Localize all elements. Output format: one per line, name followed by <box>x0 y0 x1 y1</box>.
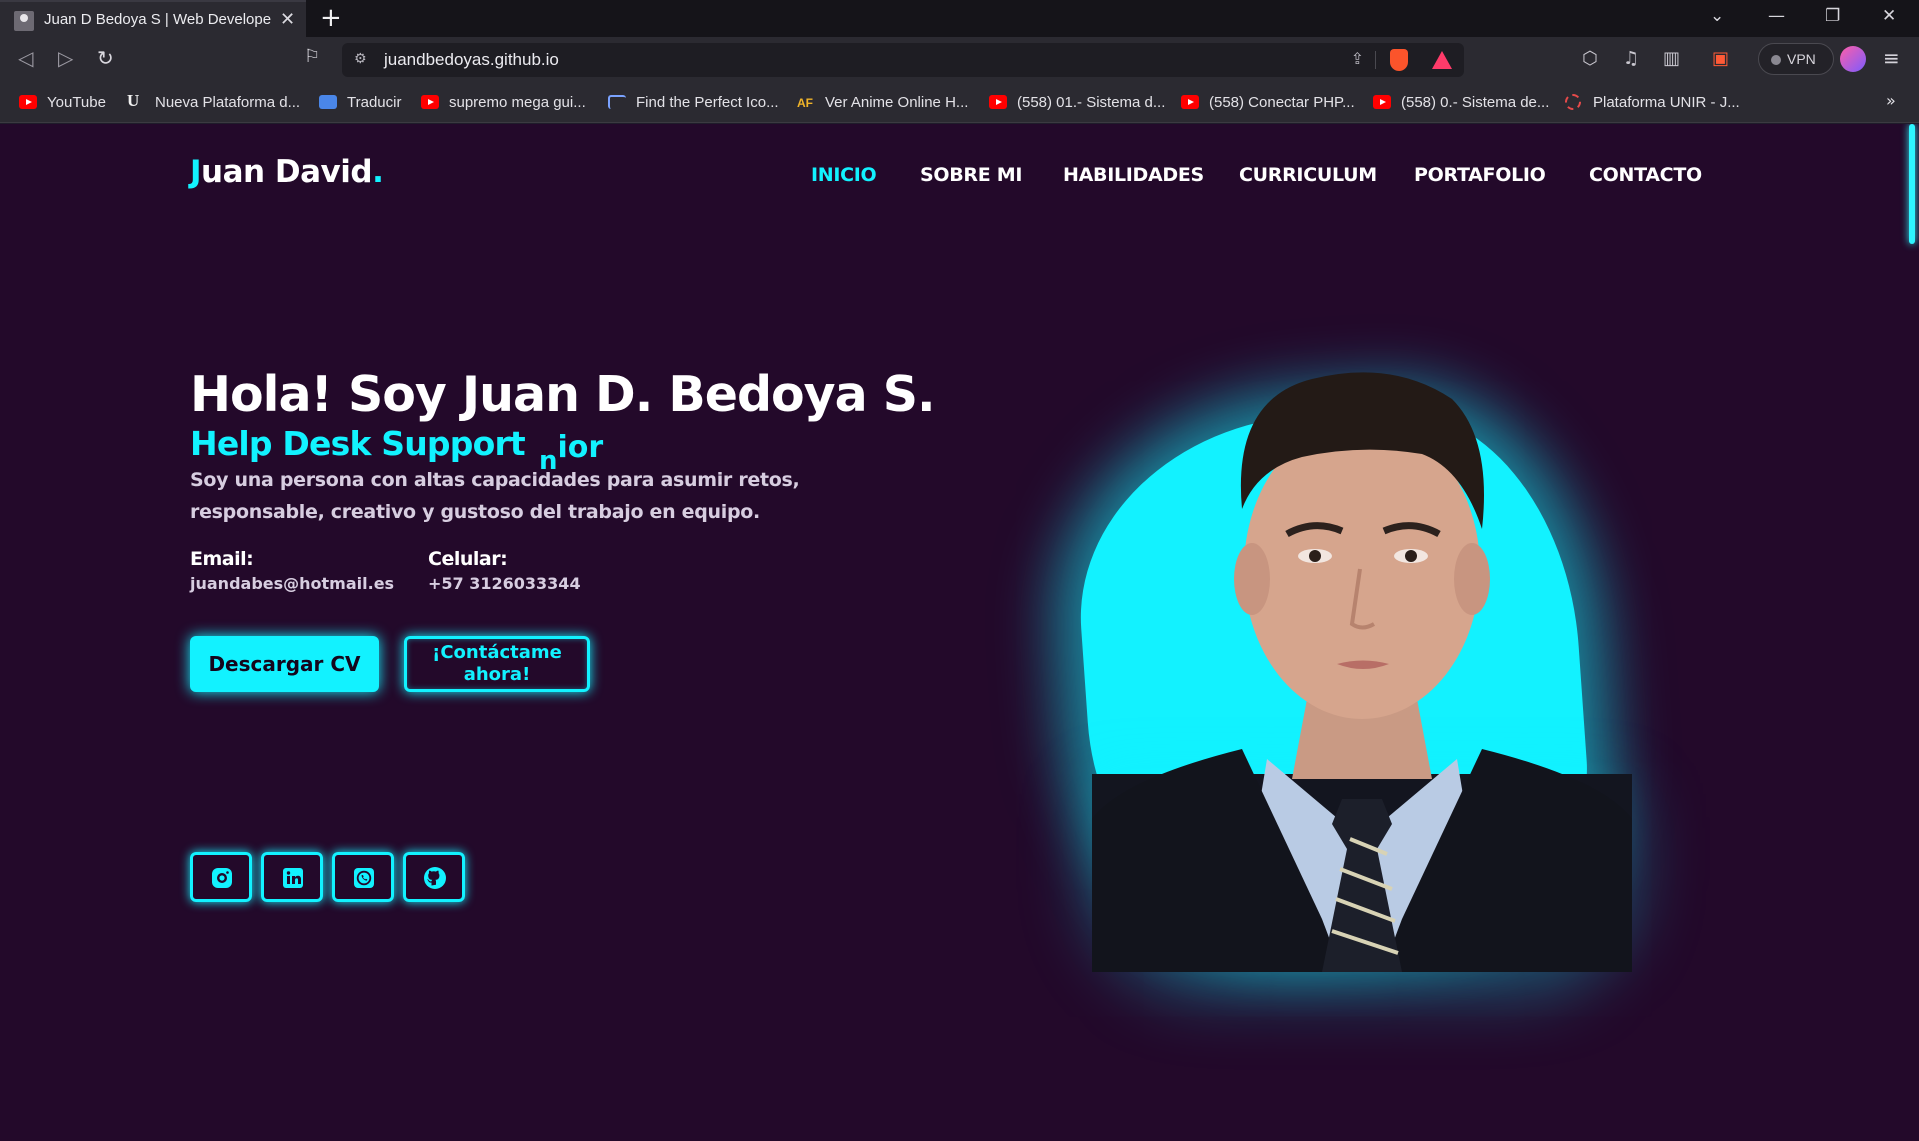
u-logo-icon: U <box>127 91 140 110</box>
close-window-icon[interactable]: ✕ <box>1882 6 1896 26</box>
restore-icon[interactable]: ❐ <box>1825 6 1840 26</box>
email-value: juandabes@hotmail.es <box>190 574 395 593</box>
media-icon[interactable]: ♫ <box>1623 48 1639 69</box>
share-icon[interactable]: ⇪ <box>1351 49 1364 68</box>
youtube-icon <box>421 95 439 109</box>
minimize-icon[interactable]: — <box>1768 6 1785 26</box>
scrollbar-thumb[interactable] <box>1909 124 1915 244</box>
nav-curriculum[interactable]: CURRICULUM <box>1239 164 1377 186</box>
browser-toolbar: ◁ ▷ ↻ ⚐ ⚙ juandbedoyas.github.io ⇪ ⬡ ♫ ▥… <box>0 37 1919 83</box>
whatsapp-button[interactable] <box>332 852 394 902</box>
google-translate-icon <box>319 95 337 109</box>
youtube-icon <box>1373 95 1391 109</box>
flag-icon <box>608 95 626 109</box>
linkedin-icon <box>283 868 303 888</box>
github-button[interactable] <box>403 852 465 902</box>
divider <box>1375 51 1376 69</box>
hero-title: Hola! Soy Juan D. Bedoya S. <box>190 366 936 423</box>
site-info-icon[interactable]: ⚙ <box>354 51 367 67</box>
vpn-button[interactable]: VPN <box>1758 43 1834 75</box>
nav-contacto[interactable]: CONTACTO <box>1589 164 1702 186</box>
nav-sobre-mi[interactable]: SOBRE MI <box>920 164 1022 186</box>
logo-initial: J <box>190 154 202 190</box>
address-bar[interactable]: ⚙ juandbedoyas.github.io ⇪ <box>342 43 1464 77</box>
af-logo-icon: AF <box>797 96 813 110</box>
profile-avatar[interactable] <box>1840 46 1866 72</box>
contact-button[interactable]: ¡Contáctame ahora! <box>404 636 590 692</box>
youtube-icon <box>989 95 1007 109</box>
youtube-icon <box>19 95 37 109</box>
instagram-icon <box>212 868 232 888</box>
nav-habilidades[interactable]: HABILIDADES <box>1063 164 1204 186</box>
hero-description: Soy una persona con altas capacidades pa… <box>190 469 800 523</box>
instagram-button[interactable] <box>190 852 252 902</box>
phone-label: Celular: <box>428 548 508 570</box>
tab-search-chevron-icon[interactable]: ⌄ <box>1710 6 1724 26</box>
reload-icon[interactable]: ↻ <box>97 46 114 70</box>
site-logo[interactable]: Juan David. <box>190 154 384 190</box>
tab-title: Juan D Bedoya S | Web Develope <box>44 11 272 28</box>
github-icon <box>424 867 446 889</box>
portfolio-page: Juan David. INICIO SOBRE MI HABILIDADES … <box>0 124 1919 1141</box>
email-label: Email: <box>190 548 254 570</box>
bookmarks-bar: YouTube U Nueva Plataforma d... Traducir… <box>0 83 1919 123</box>
browser-tab[interactable]: Juan D Bedoya S | Web Develope ✕ <box>0 0 306 37</box>
close-tab-icon[interactable]: ✕ <box>280 9 295 30</box>
menu-icon[interactable]: ≡ <box>1883 46 1900 70</box>
hero-role-typing: nior <box>539 430 604 476</box>
whatsapp-icon <box>354 868 374 888</box>
browser-tab-bar: Juan D Bedoya S | Web Develope ✕ + ⌄ — ❐… <box>0 0 1919 37</box>
bookmark-icon[interactable]: ⚐ <box>304 46 320 67</box>
hero-profile-photo <box>1092 372 1632 972</box>
nav-inicio[interactable]: INICIO <box>811 164 877 186</box>
youtube-icon <box>1181 95 1199 109</box>
unir-icon <box>1565 94 1581 110</box>
sidebar-icon[interactable]: ▥ <box>1663 48 1680 69</box>
more-bookmarks-icon[interactable]: » <box>1886 91 1896 110</box>
vpn-status-icon <box>1771 55 1781 65</box>
vpn-label: VPN <box>1787 51 1816 67</box>
download-cv-button[interactable]: Descargar CV <box>190 636 379 692</box>
phone-value: +57 3126033344 <box>428 574 581 593</box>
profile-favicon-icon <box>14 11 34 31</box>
wallet-icon[interactable]: ▣ <box>1712 48 1729 69</box>
nav-portafolio[interactable]: PORTAFOLIO <box>1414 164 1546 186</box>
forward-icon[interactable]: ▷ <box>58 46 73 70</box>
extensions-icon[interactable]: ⬡ <box>1582 48 1598 69</box>
hero-role: Help Desk Support <box>190 424 526 463</box>
back-icon[interactable]: ◁ <box>18 46 33 70</box>
brave-shields-icon[interactable] <box>1390 49 1408 71</box>
brave-rewards-icon[interactable] <box>1432 51 1452 69</box>
url-text[interactable]: juandbedoyas.github.io <box>384 50 559 70</box>
logo-text: uan David <box>201 154 373 190</box>
logo-dot: . <box>372 154 384 190</box>
linkedin-button[interactable] <box>261 852 323 902</box>
new-tab-button[interactable]: + <box>320 3 342 33</box>
